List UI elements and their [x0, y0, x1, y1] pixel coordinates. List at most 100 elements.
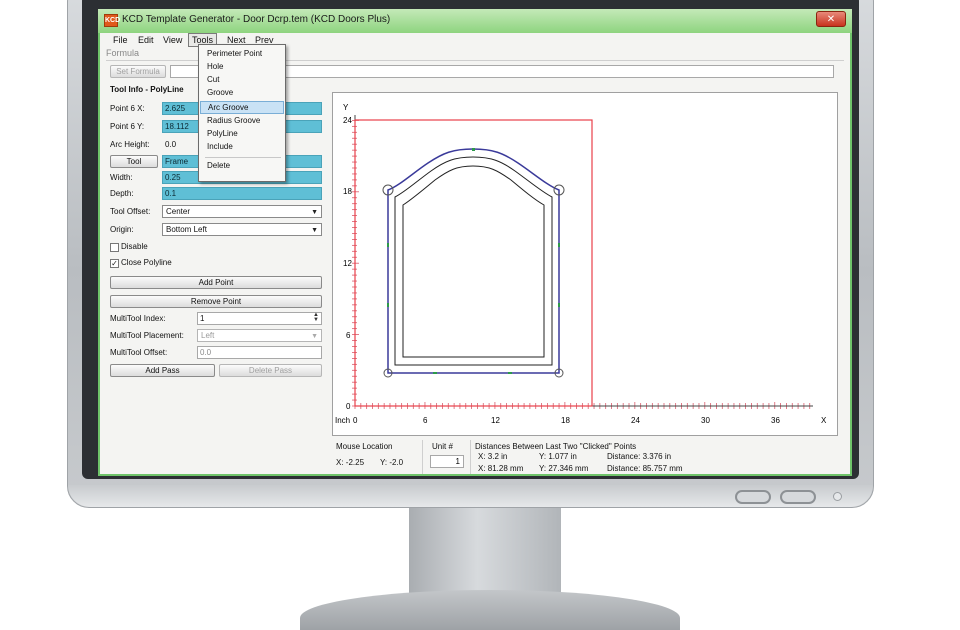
- app-icon: KCD: [104, 14, 120, 27]
- status-divider: [422, 440, 423, 474]
- monitor-button-1: [735, 490, 771, 504]
- tool-offset-select[interactable]: Center ▼: [162, 205, 322, 218]
- menu-item-hole[interactable]: Hole: [200, 61, 284, 74]
- polyline-point-markers: [387, 148, 560, 374]
- distance-x-inches: X: 3.2 in: [478, 452, 508, 461]
- formula-group-label: Formula: [106, 48, 140, 58]
- width-label: Width:: [110, 173, 133, 182]
- distance-y-inches: Y: 1.077 in: [539, 452, 577, 461]
- close-button[interactable]: ✕: [816, 11, 846, 27]
- point-y-label: Point 6 Y:: [110, 122, 145, 131]
- y-axis-label: Y: [343, 103, 349, 112]
- origin-select[interactable]: Bottom Left ▼: [162, 223, 322, 236]
- menu-item-perimeter-point[interactable]: Perimeter Point: [200, 48, 284, 61]
- y-tick-label-0: 0: [346, 402, 351, 411]
- y-tick-label-12: 12: [343, 259, 352, 268]
- door-outer-profile: [387, 148, 560, 374]
- close-polyline-label: Close Polyline: [121, 258, 172, 267]
- drawing-canvas[interactable]: Y X Inch 24 18 12 6 0 0 6 12 18 24 30 36: [332, 92, 838, 436]
- distances-heading: Distances Between Last Two "Clicked" Poi…: [475, 442, 637, 451]
- mouse-y-value: Y: -2.0: [380, 458, 404, 467]
- tool-offset-value: Center: [166, 207, 191, 216]
- point-x-label: Point 6 X:: [110, 104, 145, 113]
- door-inner-profile: [402, 165, 545, 358]
- chevron-down-icon: ▼: [311, 227, 318, 234]
- distance-x-mm: X: 81.28 mm: [478, 464, 524, 473]
- tool-button[interactable]: Tool: [110, 155, 158, 168]
- point-marker[interactable]: [558, 303, 560, 307]
- multitool-index-stepper[interactable]: 1 ▲ ▼: [197, 312, 322, 325]
- part-boundary: [354, 119, 593, 407]
- drawing-svg: Y X Inch 24 18 12 6 0 0 6 12 18 24 30 36: [335, 103, 827, 425]
- menu-item-cut[interactable]: Cut: [200, 74, 284, 87]
- multitool-placement-label: MultiTool Placement:: [110, 331, 184, 340]
- menu-item-radius-groove[interactable]: Radius Groove: [200, 115, 284, 128]
- unit-number-input[interactable]: 1: [430, 455, 464, 468]
- menu-item-groove[interactable]: Groove: [200, 87, 284, 100]
- x-tick-label-6: 6: [423, 416, 428, 425]
- depth-label: Depth:: [110, 189, 134, 198]
- point-marker[interactable]: [387, 303, 389, 307]
- multitool-index-label: MultiTool Index:: [110, 314, 166, 323]
- y-tick-label-18: 18: [343, 187, 352, 196]
- x-tick-label-36: 36: [771, 416, 780, 425]
- arc-height-label: Arc Height:: [110, 140, 150, 149]
- set-formula-button[interactable]: Set Formula: [110, 65, 166, 78]
- point-marker[interactable]: [508, 372, 512, 374]
- window-title: KCD Template Generator - Door Dcrp.tem (…: [122, 14, 391, 25]
- distance-total-mm: Distance: 85.757 mm: [607, 464, 683, 473]
- x-tick-label-12: 12: [491, 416, 500, 425]
- menu-file[interactable]: File: [110, 34, 131, 46]
- x-tick-label-18: 18: [561, 416, 570, 425]
- point-marker[interactable]: [472, 148, 475, 151]
- door-middle-profile: [394, 156, 553, 366]
- add-point-button[interactable]: Add Point: [110, 276, 322, 289]
- distance-total-inches: Distance: 3.376 in: [607, 452, 672, 461]
- unit-number-label: Unit #: [432, 442, 453, 451]
- menu-item-include[interactable]: Include: [200, 141, 284, 154]
- mouse-x-value: X: -2.25: [336, 458, 365, 467]
- menu-edit[interactable]: Edit: [135, 34, 157, 46]
- unit-label: Inch: [335, 416, 350, 425]
- origin-label: Origin:: [110, 225, 134, 234]
- mouse-location-label: Mouse Location: [336, 442, 393, 451]
- multitool-offset-label: MultiTool Offset:: [110, 348, 168, 357]
- status-divider: [470, 440, 471, 474]
- point-marker[interactable]: [387, 243, 389, 247]
- menu-view[interactable]: View: [160, 34, 185, 46]
- app-window: KCD KCD Template Generator - Door Dcrp.t…: [98, 9, 852, 476]
- tools-menu-dropdown: Perimeter Point Hole Cut Groove Arc Groo…: [198, 44, 286, 182]
- monitor-stand-neck: [409, 508, 561, 598]
- menu-item-delete[interactable]: Delete: [200, 160, 284, 173]
- disable-label: Disable: [121, 242, 148, 251]
- spin-arrows-icon[interactable]: ▲ ▼: [313, 312, 319, 323]
- remove-point-button[interactable]: Remove Point: [110, 295, 322, 308]
- power-indicator: [833, 492, 842, 501]
- chevron-down-icon: ▼: [311, 333, 318, 340]
- origin-value: Bottom Left: [166, 225, 207, 234]
- add-pass-button[interactable]: Add Pass: [110, 364, 215, 377]
- menu-item-polyline[interactable]: PolyLine: [200, 128, 284, 141]
- disable-checkbox[interactable]: [110, 243, 119, 252]
- x-axis-label: X: [821, 416, 827, 425]
- y-tick-label-24: 24: [343, 116, 352, 125]
- tool-info-heading: Tool Info - PolyLine: [110, 85, 184, 94]
- menu-item-arc-groove[interactable]: Arc Groove: [200, 101, 284, 114]
- x-tick-label-24: 24: [631, 416, 640, 425]
- point-marker[interactable]: [558, 243, 560, 247]
- close-polyline-checkbox[interactable]: ✓: [110, 259, 119, 268]
- delete-pass-button[interactable]: Delete Pass: [219, 364, 322, 377]
- tool-offset-label: Tool Offset:: [110, 207, 151, 216]
- point-marker[interactable]: [433, 372, 437, 374]
- menu-separator: [205, 157, 281, 158]
- status-panel: Mouse Location X: -2.25 Y: -2.0 Unit # 1…: [332, 440, 838, 474]
- monitor-button-2: [780, 490, 816, 504]
- multitool-offset-input[interactable]: 0.0: [197, 346, 322, 359]
- multitool-index-value: 1: [200, 314, 205, 323]
- chevron-down-icon: ▼: [311, 209, 318, 216]
- multitool-placement-select[interactable]: Left ▼: [197, 329, 322, 342]
- x-tick-label-30: 30: [701, 416, 710, 425]
- multitool-placement-value: Left: [201, 331, 215, 340]
- depth-input[interactable]: 0.1: [162, 187, 322, 200]
- title-bar[interactable]: KCD KCD Template Generator - Door Dcrp.t…: [98, 9, 852, 33]
